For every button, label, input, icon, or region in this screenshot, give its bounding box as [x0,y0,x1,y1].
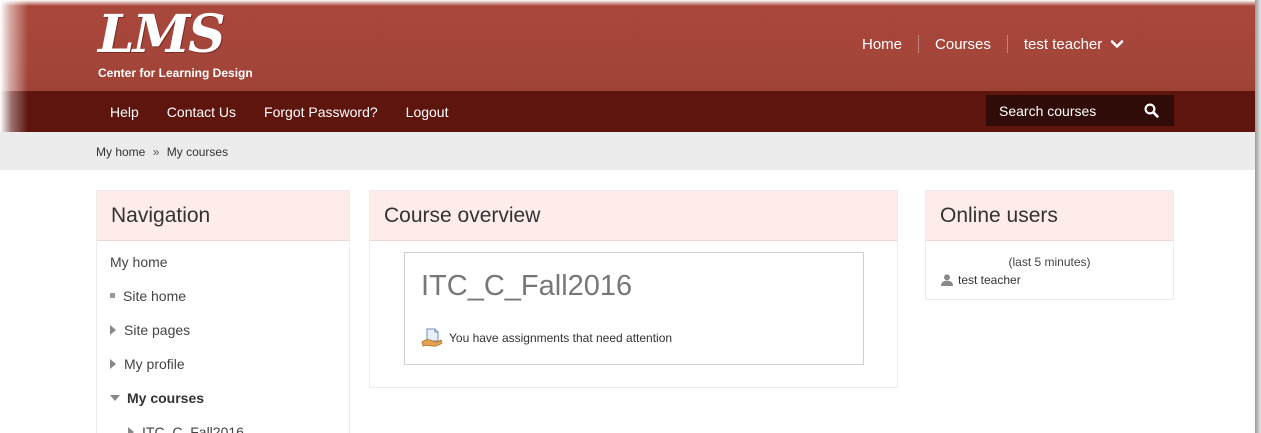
navigation-block: Navigation My home Site home Site pages … [96,190,350,433]
online-user-item[interactable]: test teacher [940,273,1021,287]
search-box [986,95,1174,126]
user-menu-label: test teacher [1023,35,1103,53]
online-user-name: test teacher [958,273,1021,287]
user-icon [941,274,953,286]
search-input[interactable] [986,102,1136,119]
site-logo[interactable]: LMS Center for Learning Design [98,6,278,88]
assignment-notice[interactable]: You have assignments that need attention [421,328,672,348]
search-button[interactable] [1136,95,1166,126]
nav-item-site-pages[interactable]: Site pages [110,322,190,338]
breadcrumb: My home » My courses [0,132,1255,170]
nav-courses-link[interactable]: Courses [935,36,991,53]
nav-item-my-home[interactable]: My home [110,254,168,270]
secondary-navbar: Help Contact Us Forgot Password? Logout [0,91,1255,132]
navigation-block-title: Navigation [97,191,349,241]
logo-mark: LMS [98,4,226,65]
chevron-down-icon [1111,39,1124,48]
site-header: LMS Center for Learning Design Home Cour… [0,0,1255,91]
course-overview-block: Course overview ITC_C_Fall2016 You have … [369,190,898,388]
course-card: ITC_C_Fall2016 You have assignments that… [404,252,864,365]
caret-right-icon [128,427,134,433]
nav-item-my-profile[interactable]: My profile [110,356,185,372]
forgot-password-link[interactable]: Forgot Password? [264,104,378,120]
nav-item-course[interactable]: ITC_C_Fall2016 [128,424,244,433]
online-users-block: Online users (last 5 minutes) test teach… [925,190,1174,300]
course-overview-title: Course overview [370,191,897,241]
online-users-title: Online users [926,191,1173,241]
nav-home-link[interactable]: Home [862,36,902,53]
breadcrumb-my-courses[interactable]: My courses [167,145,228,159]
caret-right-icon [110,325,116,335]
top-navigation: Home Courses test teacher [862,34,1124,54]
caret-right-icon [110,359,116,369]
course-title-link[interactable]: ITC_C_Fall2016 [421,270,632,303]
nav-divider [1006,35,1008,53]
help-link[interactable]: Help [110,104,139,120]
online-users-period: (last 5 minutes) [1008,255,1091,269]
contact-us-link[interactable]: Contact Us [167,104,236,120]
page: LMS Center for Learning Design Home Cour… [0,0,1255,433]
search-icon [1143,103,1159,118]
logo-subtitle: Center for Learning Design [98,66,253,80]
assignment-notice-text: You have assignments that need attention [449,331,673,345]
nav-item-my-courses[interactable]: My courses [110,390,204,406]
bullet-icon [110,293,115,298]
nav-divider [918,35,920,53]
caret-down-icon [110,395,120,401]
assignment-icon [421,328,443,347]
breadcrumb-separator: » [152,145,160,159]
breadcrumb-my-home[interactable]: My home [96,145,145,159]
user-menu[interactable]: test teacher [1024,36,1125,53]
logout-link[interactable]: Logout [406,104,449,120]
nav-item-site-home[interactable]: Site home [110,288,186,304]
